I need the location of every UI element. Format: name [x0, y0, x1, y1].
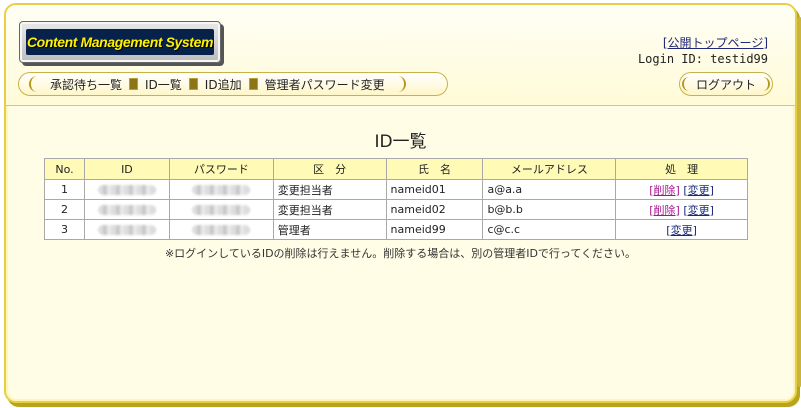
logo-text: Content Management System	[26, 34, 214, 50]
cell-no: 1	[44, 179, 85, 200]
nav-item-approval-list[interactable]: 承認待ち一覧	[43, 76, 129, 93]
table-row: 2 変更担当者 nameid02 b@b.b [削除] [変更]	[44, 199, 748, 220]
nav-item-admin-password-change[interactable]: 管理者パスワード変更	[258, 76, 392, 93]
cell-email: b@b.b	[482, 199, 617, 220]
nav-bar-right-cap	[396, 76, 406, 92]
redacted-id	[97, 225, 156, 235]
delete-restriction-note: ※ログインしているIDの削除は行えません。削除する場合は、別の管理者IDで行って…	[164, 247, 637, 260]
header-password: パスワード	[168, 158, 274, 180]
header-email: メールアドレス	[482, 158, 617, 180]
logout-button[interactable]: ログアウト	[679, 72, 773, 96]
nav-separator-icon	[129, 78, 139, 90]
logout-left-cap	[681, 77, 690, 91]
redacted-password	[192, 225, 251, 235]
logo-plate: Content Management System	[26, 29, 214, 55]
cell-no: 3	[44, 219, 85, 240]
table-row: 3 管理者 nameid99 c@c.c [変更]	[44, 219, 748, 240]
nav-item-id-list[interactable]: ID一覧	[138, 76, 189, 93]
cell-email: a@a.a	[482, 179, 617, 200]
redacted-password	[192, 185, 251, 195]
edit-link[interactable]: [変更]	[666, 224, 697, 237]
cell-id-blurred	[83, 219, 170, 240]
table-header-row: No. ID パスワード 区 分 氏 名 メールアドレス 処 理	[44, 158, 748, 180]
cell-actions: [変更]	[615, 219, 748, 240]
delete-link[interactable]: [削除]	[649, 204, 680, 217]
table-row: 1 変更担当者 nameid01 a@a.a [削除] [変更]	[44, 179, 748, 200]
nav-item-add-id[interactable]: ID追加	[198, 76, 249, 93]
public-top-page-link[interactable]: [公開トップページ]	[663, 36, 768, 50]
cell-email: c@c.c	[482, 219, 617, 240]
cell-password-blurred	[168, 219, 274, 240]
logout-label: ログアウト	[695, 77, 756, 92]
cell-name: nameid02	[385, 199, 484, 220]
header-type: 区 分	[272, 158, 387, 180]
logout-right-cap	[762, 77, 770, 91]
cell-actions: [削除] [変更]	[615, 199, 748, 220]
login-id-text: Login ID: testid99	[637, 52, 768, 66]
cell-no: 2	[44, 199, 85, 220]
id-list-table: No. ID パスワード 区 分 氏 名 メールアドレス 処 理 1 変更担当者…	[44, 158, 748, 240]
nav-bar-left-cap	[29, 76, 39, 92]
cell-password-blurred	[168, 179, 274, 200]
cell-id-blurred	[83, 199, 170, 220]
header-actions: 処 理	[615, 158, 748, 180]
top-page-link-wrap: [公開トップページ]	[663, 34, 768, 51]
cell-id-blurred	[83, 179, 170, 200]
cell-name: nameid01	[385, 179, 484, 200]
cell-type: 変更担当者	[272, 179, 387, 200]
redacted-id	[97, 205, 156, 215]
delete-link[interactable]: [削除]	[649, 184, 680, 197]
nav-separator-icon	[248, 78, 258, 90]
header-no: No.	[44, 158, 85, 180]
cell-actions: [削除] [変更]	[615, 179, 748, 200]
cell-type: 変更担当者	[272, 199, 387, 220]
header-id: ID	[83, 158, 170, 180]
page-title: ID一覧	[374, 132, 427, 152]
header-name: 氏 名	[385, 158, 484, 180]
nav-separator-icon	[188, 78, 198, 90]
cell-type: 管理者	[272, 219, 387, 240]
logo: Content Management System	[19, 21, 221, 63]
redacted-id	[97, 185, 156, 195]
nav-bar: 承認待ち一覧 ID一覧 ID追加 管理者パスワード変更	[18, 72, 448, 96]
cell-password-blurred	[168, 199, 274, 220]
edit-link[interactable]: [変更]	[683, 204, 714, 217]
cell-name: nameid99	[385, 219, 484, 240]
header: Content Management System [公開トップページ] Log…	[6, 5, 795, 106]
edit-link[interactable]: [変更]	[683, 184, 714, 197]
redacted-password	[192, 205, 251, 215]
